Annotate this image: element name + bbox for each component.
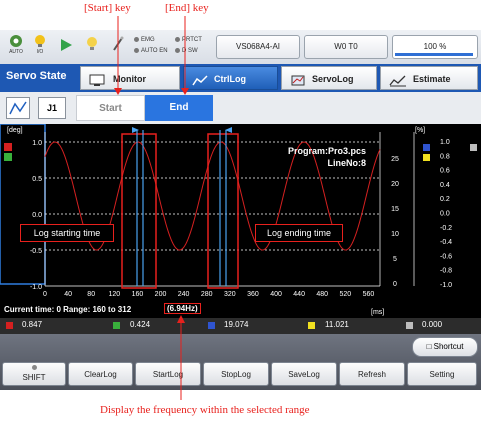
annotation-overlay xyxy=(114,16,189,400)
frequency-annotation: Display the frequency within the selecte… xyxy=(100,404,310,416)
